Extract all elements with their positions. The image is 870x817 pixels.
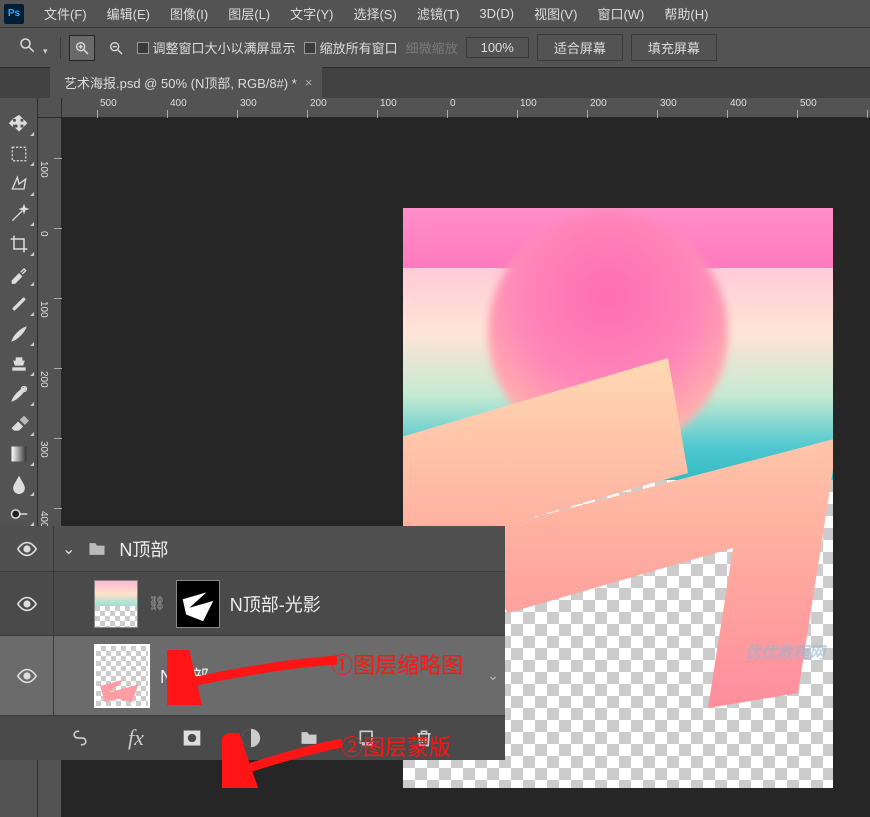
menu-file[interactable]: 文件(F)	[34, 4, 97, 23]
chevron-down-icon[interactable]: ⌄	[487, 667, 499, 684]
zoom-100-button[interactable]: 100%	[466, 37, 529, 58]
divider	[60, 37, 61, 59]
checkbox-icon	[137, 42, 149, 54]
layer-thumbnail[interactable]	[94, 644, 150, 708]
menu-type[interactable]: 文字(Y)	[280, 4, 343, 23]
blur-tool[interactable]	[2, 470, 36, 498]
layer-mask-thumbnail[interactable]	[176, 580, 220, 628]
crop-tool[interactable]	[2, 230, 36, 258]
resize-window-label: 调整窗口大小以满屏显示	[153, 38, 296, 57]
link-layers-button[interactable]	[68, 728, 92, 748]
eraser-tool[interactable]	[2, 410, 36, 438]
layers-panel-footer: fx	[0, 716, 505, 760]
chevron-down-icon[interactable]: ⌄	[62, 539, 75, 559]
layer-name[interactable]: N顶部	[160, 663, 209, 689]
ruler-corner	[38, 98, 62, 118]
lasso-tool[interactable]	[2, 170, 36, 198]
fit-screen-button[interactable]: 适合屏幕	[537, 34, 623, 61]
menu-edit[interactable]: 编辑(E)	[97, 4, 160, 23]
tool-preset-icon[interactable]: ▾	[14, 34, 52, 61]
visibility-icon[interactable]	[16, 593, 38, 615]
clone-stamp-tool[interactable]	[2, 350, 36, 378]
layer-thumbnail[interactable]	[94, 580, 138, 628]
fill-screen-button[interactable]: 填充屏幕	[631, 34, 717, 61]
healing-brush-tool[interactable]	[2, 290, 36, 318]
magic-wand-tool[interactable]	[2, 200, 36, 228]
history-brush-tool[interactable]	[2, 380, 36, 408]
layer-fx-button[interactable]: fx	[128, 725, 144, 751]
document-tab[interactable]: 艺术海报.psd @ 50% (N顶部, RGB/8#) * ×	[50, 67, 322, 98]
dodge-tool[interactable]	[2, 500, 36, 528]
visibility-icon[interactable]	[16, 665, 38, 687]
menu-filter[interactable]: 滤镜(T)	[407, 4, 470, 23]
app-logo: Ps	[4, 4, 24, 24]
delete-layer-button[interactable]	[414, 727, 434, 749]
gradient-tool[interactable]	[2, 440, 36, 468]
zoom-all-checkbox[interactable]: 缩放所有窗口	[304, 38, 398, 57]
layer-name[interactable]: N顶部-光影	[230, 591, 321, 617]
folder-icon	[85, 539, 109, 559]
layers-panel: ⌄ N顶部 ⛓ N顶部-光影 N顶部 ⌄	[0, 526, 505, 760]
dropdown-arrow-icon: ▾	[43, 46, 48, 56]
visibility-icon[interactable]	[16, 538, 38, 560]
close-icon[interactable]: ×	[305, 75, 313, 90]
menu-window[interactable]: 窗口(W)	[587, 4, 654, 23]
add-mask-button[interactable]	[180, 728, 204, 748]
layer-row-selected[interactable]: N顶部 ⌄	[0, 636, 505, 716]
options-bar: ▾ 调整窗口大小以满屏显示 缩放所有窗口 细微缩放 100% 适合屏幕 填充屏幕	[0, 28, 870, 68]
document-tab-bar: 艺术海报.psd @ 50% (N顶部, RGB/8#) * ×	[0, 68, 870, 98]
ruler-horizontal[interactable]: 500 400 300 200 100 0 100 200 300 400 50…	[62, 98, 870, 118]
marquee-tool[interactable]	[2, 140, 36, 168]
zoom-all-label: 缩放所有窗口	[320, 38, 398, 57]
menu-select[interactable]: 选择(S)	[343, 4, 406, 23]
link-icon[interactable]: ⛓	[148, 595, 166, 612]
move-tool[interactable]	[2, 110, 36, 138]
zoom-out-button[interactable]	[103, 35, 129, 61]
layer-group-row[interactable]: ⌄ N顶部	[0, 526, 505, 572]
menu-image[interactable]: 图像(I)	[160, 4, 218, 23]
checkbox-icon	[304, 42, 316, 54]
zoom-in-button[interactable]	[69, 35, 95, 61]
menu-help[interactable]: 帮助(H)	[654, 4, 718, 23]
brush-tool[interactable]	[2, 320, 36, 348]
menu-view[interactable]: 视图(V)	[524, 4, 587, 23]
document-tab-title: 艺术海报.psd @ 50% (N顶部, RGB/8#) *	[64, 73, 297, 92]
resize-window-checkbox[interactable]: 调整窗口大小以满屏显示	[137, 38, 296, 57]
adjustment-layer-button[interactable]	[240, 727, 262, 749]
layer-group-name[interactable]: N顶部	[119, 536, 168, 562]
new-layer-button[interactable]	[356, 728, 378, 748]
eyedropper-tool[interactable]	[2, 260, 36, 288]
watermark: 优优教程网	[745, 639, 825, 663]
layer-row[interactable]: ⛓ N顶部-光影	[0, 572, 505, 636]
menu-layer[interactable]: 图层(L)	[218, 4, 280, 23]
new-group-button[interactable]	[298, 728, 320, 748]
scrubby-zoom-label: 细微缩放	[406, 38, 458, 57]
menu-bar: Ps 文件(F) 编辑(E) 图像(I) 图层(L) 文字(Y) 选择(S) 滤…	[0, 0, 870, 28]
menu-3d[interactable]: 3D(D)	[469, 6, 524, 21]
